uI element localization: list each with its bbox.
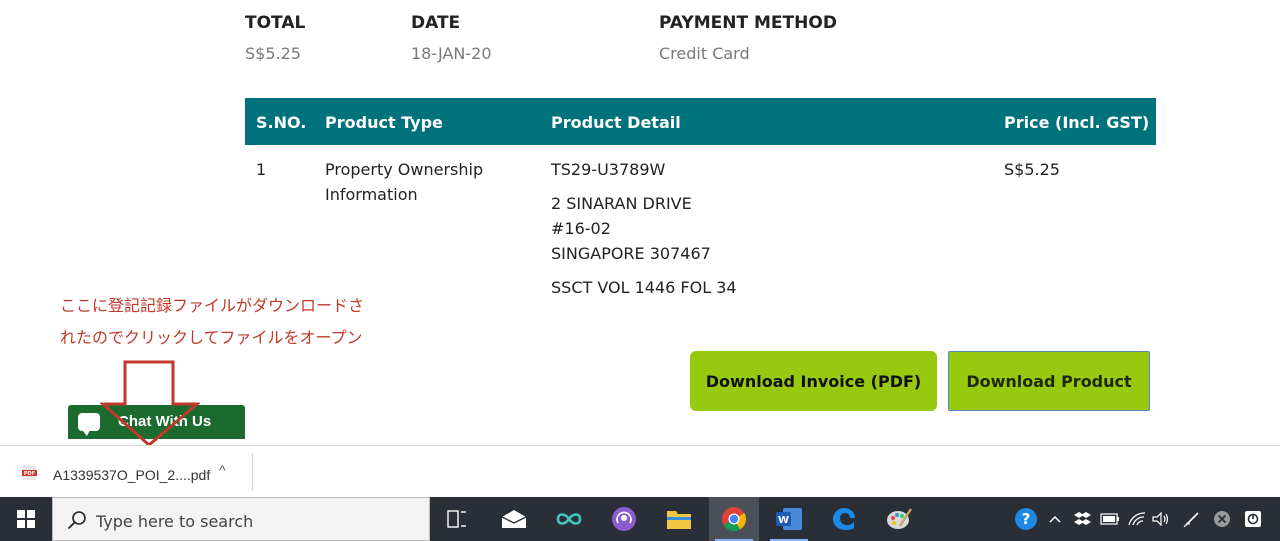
wifi-tray[interactable] xyxy=(1126,497,1148,541)
search-icon xyxy=(67,511,86,530)
summary-total-value: S$5.25 xyxy=(245,44,301,63)
cell-detail-vol: SSCT VOL 1446 FOL 34 xyxy=(551,278,737,297)
download-filename: A1339537O_POI_2....pdf xyxy=(53,467,211,483)
podcast-icon xyxy=(612,507,636,531)
summary-date-label: DATE xyxy=(411,13,461,33)
annotation-line-1: ここに登記記録ファイルがダウンロードさ xyxy=(60,296,365,315)
column-header-price: Price (Incl. GST) xyxy=(1004,113,1150,132)
cell-detail-address-3: SINGAPORE 307467 xyxy=(551,244,711,263)
column-header-sno: S.NO. xyxy=(256,113,307,132)
cell-type-line2: Information xyxy=(325,185,418,204)
edge-app[interactable] xyxy=(819,497,869,541)
cell-type-line1: Property Ownership xyxy=(325,160,484,179)
column-header-product-detail: Product Detail xyxy=(551,113,681,132)
chat-bubble-icon xyxy=(78,413,100,436)
infinity-icon xyxy=(556,513,582,525)
download-bar: PDF A1339537O_POI_2....pdf ^ xyxy=(0,445,1280,497)
annotation-arrow-icon xyxy=(100,360,200,447)
summary-date-value: 18-JAN-20 xyxy=(411,44,492,63)
summary-total-label: TOTAL xyxy=(245,13,306,33)
podcast-app[interactable] xyxy=(599,497,649,541)
speaker-icon xyxy=(1152,512,1169,526)
battery-tray[interactable] xyxy=(1098,497,1122,541)
cell-sno: 1 xyxy=(256,160,267,179)
taskbar: Type here to search W ? xyxy=(0,497,1280,541)
annotation-line-2: れたのでクリックしてファイルをオープン xyxy=(60,328,363,347)
pen-icon xyxy=(1183,512,1199,528)
dropbox-icon xyxy=(1074,512,1091,525)
cell-detail-address-1: 2 SINARAN DRIVE xyxy=(551,194,692,213)
pdf-file-icon: PDF xyxy=(22,465,37,480)
chrome-icon xyxy=(722,507,747,532)
windows-logo-icon xyxy=(17,510,35,528)
summary-payment-value: Credit Card xyxy=(659,44,750,63)
download-product-button[interactable]: Download Product xyxy=(948,351,1150,411)
wifi-icon xyxy=(1128,512,1146,526)
app-tray-icon xyxy=(1245,511,1261,527)
folder-icon xyxy=(667,511,691,529)
cell-detail-address-2: #16-02 xyxy=(551,219,611,238)
dropbox-tray[interactable] xyxy=(1070,497,1096,541)
word-icon: W xyxy=(776,508,802,530)
pen-tray[interactable] xyxy=(1180,497,1204,541)
paint-palette-icon xyxy=(887,508,912,529)
infinity-app[interactable] xyxy=(544,497,594,541)
word-app[interactable]: W xyxy=(764,497,814,541)
task-view-icon xyxy=(447,510,466,528)
volume-tray[interactable] xyxy=(1150,497,1172,541)
paint-app[interactable] xyxy=(874,497,924,541)
svg-text:W: W xyxy=(778,515,789,526)
action-center-button[interactable] xyxy=(1240,497,1266,541)
chrome-app[interactable] xyxy=(709,497,759,541)
search-placeholder: Type here to search xyxy=(96,512,254,531)
close-tray-button[interactable] xyxy=(1210,497,1234,541)
cell-price: S$5.25 xyxy=(1004,160,1060,179)
column-header-product-type: Product Type xyxy=(325,113,443,132)
mail-icon xyxy=(501,510,527,528)
taskbar-search-box[interactable]: Type here to search xyxy=(52,497,430,541)
divider xyxy=(252,454,253,490)
download-invoice-button[interactable]: Download Invoice (PDF) xyxy=(690,351,937,411)
battery-icon xyxy=(1100,513,1119,525)
table-header: S.NO. Product Type Product Detail Price … xyxy=(245,98,1156,145)
mail-app[interactable] xyxy=(489,497,539,541)
help-icon: ? xyxy=(1015,508,1037,530)
tray-overflow-button[interactable] xyxy=(1044,497,1066,541)
chevron-up-icon[interactable]: ^ xyxy=(219,462,226,478)
windows-start-button[interactable] xyxy=(0,497,52,541)
task-view-button[interactable] xyxy=(432,497,482,541)
chevron-up-icon xyxy=(1049,515,1061,523)
svg-text:PDF: PDF xyxy=(24,471,35,477)
cell-detail-code: TS29-U3789W xyxy=(551,160,666,179)
help-tray-button[interactable]: ? xyxy=(1010,497,1042,541)
close-circle-icon xyxy=(1214,511,1230,527)
edge-icon xyxy=(833,508,855,530)
svg-text:?: ? xyxy=(1022,510,1031,528)
file-explorer-app[interactable] xyxy=(654,497,704,541)
summary-payment-label: PAYMENT METHOD xyxy=(659,13,837,33)
